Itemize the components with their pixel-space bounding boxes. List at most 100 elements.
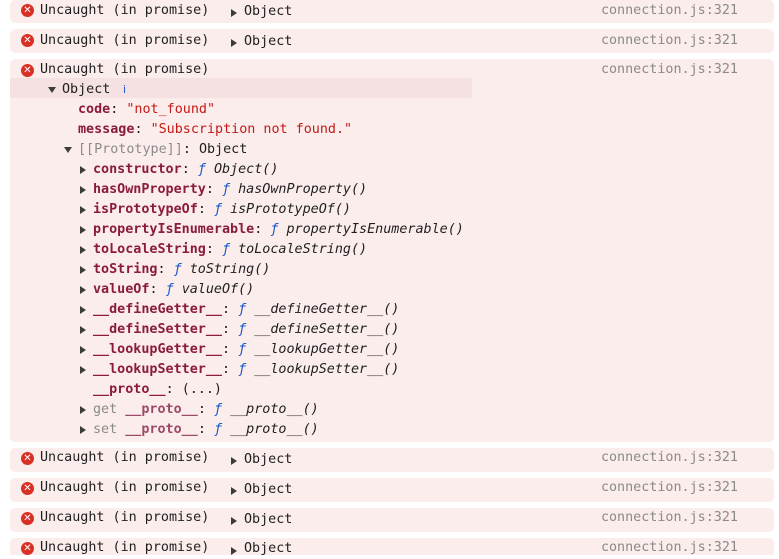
function-name: propertyIsEnumerable()	[286, 222, 464, 237]
accessor-key: __proto__	[125, 402, 198, 417]
function-name: valueOf()	[181, 282, 255, 297]
member-key: toString	[93, 262, 158, 277]
object-preview[interactable]: Object	[244, 450, 292, 470]
function-name: Object()	[213, 162, 279, 177]
expand-triangle-icon[interactable]	[231, 457, 237, 465]
expand-triangle-icon[interactable]	[80, 346, 86, 354]
function-marker-icon: ƒ	[238, 302, 247, 317]
prototype-member-row[interactable]: __lookupSetter__: ƒ __lookupSetter__()	[93, 360, 399, 380]
error-icon: ✕	[21, 512, 34, 525]
function-marker-icon: ƒ	[173, 262, 182, 277]
prototype-member-row[interactable]: __lookupGetter__: ƒ __lookupGetter__()	[93, 340, 399, 360]
prototype-member-row[interactable]: valueOf: ƒ valueOf()	[93, 280, 254, 300]
proto-getter-row[interactable]: __proto__: (...)	[93, 380, 222, 400]
console-error-message[interactable]: ✕ Uncaught (in promise) Object connectio…	[10, 0, 774, 23]
expand-triangle-icon[interactable]	[80, 366, 86, 374]
object-preview[interactable]: Object	[244, 539, 292, 559]
console-error-message[interactable]: ✕ Uncaught (in promise) Object connectio…	[10, 448, 774, 472]
expand-triangle-icon[interactable]	[80, 186, 86, 194]
prototype-member-row[interactable]: isPrototypeOf: ƒ isPrototypeOf()	[93, 200, 351, 220]
expand-triangle-icon[interactable]	[80, 286, 86, 294]
error-icon: ✕	[21, 542, 34, 555]
accessor-key: __proto__	[125, 422, 198, 437]
error-text: Uncaught (in promise)	[40, 540, 210, 555]
prototype-member-row[interactable]: __defineSetter__: ƒ __defineSetter__()	[93, 320, 399, 340]
expand-triangle-icon[interactable]	[231, 487, 237, 495]
function-marker-icon: ƒ	[213, 422, 222, 437]
prototype-value: Object	[198, 142, 248, 157]
console-error-message[interactable]: ✕ Uncaught (in promise) Object connectio…	[10, 538, 774, 558]
object-preview[interactable]: Object	[244, 2, 292, 22]
expand-triangle-icon[interactable]	[80, 426, 86, 434]
property-value: "Subscription not found."	[150, 122, 353, 137]
accessor-row[interactable]: get __proto__: ƒ __proto__()	[93, 400, 319, 420]
source-link[interactable]: connection.js:321	[601, 448, 738, 468]
console-error-message-expanded[interactable]: ✕ Uncaught (in promise) connection.js:32…	[10, 59, 774, 442]
prototype-member-row[interactable]: __defineGetter__: ƒ __defineGetter__()	[93, 300, 399, 320]
source-link[interactable]: connection.js:321	[601, 31, 738, 51]
error-icon: ✕	[21, 64, 34, 77]
expand-triangle-icon[interactable]	[231, 39, 237, 47]
console-error-message[interactable]: ✕ Uncaught (in promise) Object connectio…	[10, 29, 774, 53]
expand-triangle-icon[interactable]	[80, 266, 86, 274]
expand-triangle-icon[interactable]	[80, 306, 86, 314]
prototype-row[interactable]: [[Prototype]]: Object	[78, 140, 247, 160]
error-icon: ✕	[21, 4, 34, 17]
property-value: "not_found"	[126, 102, 216, 117]
expand-triangle-icon[interactable]	[80, 206, 86, 214]
prototype-member-row[interactable]: hasOwnProperty: ƒ hasOwnProperty()	[93, 180, 367, 200]
expand-triangle-icon[interactable]	[80, 406, 86, 414]
error-icon: ✕	[21, 34, 34, 47]
expand-triangle-icon[interactable]	[231, 547, 237, 555]
expand-triangle-icon[interactable]	[231, 517, 237, 525]
function-marker-icon: ƒ	[238, 322, 247, 337]
expand-triangle-icon[interactable]	[80, 166, 86, 174]
property-key: message	[78, 122, 135, 137]
error-text: Uncaught (in promise)	[40, 480, 210, 495]
member-key: hasOwnProperty	[93, 182, 206, 197]
function-marker-icon: ƒ	[213, 202, 222, 217]
error-icon: ✕	[21, 452, 34, 465]
source-link[interactable]: connection.js:321	[601, 478, 738, 498]
function-name: __defineGetter__()	[254, 302, 400, 317]
expand-triangle-icon[interactable]	[80, 226, 86, 234]
member-key: toLocaleString	[93, 242, 206, 257]
proto-value[interactable]: (...)	[182, 382, 222, 397]
object-preview[interactable]: Object	[244, 480, 292, 500]
collapse-triangle-icon[interactable]	[48, 87, 56, 93]
error-icon: ✕	[21, 482, 34, 495]
function-name: toLocaleString()	[238, 242, 368, 257]
expand-triangle-icon[interactable]	[80, 246, 86, 254]
prototype-member-row[interactable]: constructor: ƒ Object()	[93, 160, 278, 180]
function-name: __proto__()	[230, 402, 319, 417]
member-key: __defineGetter__	[93, 302, 222, 317]
console-error-message[interactable]: ✕ Uncaught (in promise) Object connectio…	[10, 478, 774, 502]
object-preview[interactable]: Object	[244, 510, 292, 530]
info-icon[interactable]: i	[123, 80, 126, 100]
member-key: isPrototypeOf	[93, 202, 198, 217]
source-link[interactable]: connection.js:321	[601, 538, 738, 558]
collapse-triangle-icon[interactable]	[64, 147, 72, 153]
source-link[interactable]: connection.js:321	[601, 60, 738, 80]
object-label[interactable]: Object	[62, 80, 110, 100]
prototype-key: [[Prototype]]	[78, 142, 183, 157]
accessor-prefix: get	[93, 402, 118, 417]
error-text: Uncaught (in promise)	[40, 450, 210, 465]
function-marker-icon: ƒ	[238, 342, 247, 357]
property-key: code	[78, 102, 111, 117]
expand-triangle-icon[interactable]	[231, 9, 237, 17]
console-error-message[interactable]: ✕ Uncaught (in promise) Object connectio…	[10, 508, 774, 532]
function-marker-icon: ƒ	[213, 402, 222, 417]
prototype-member-row[interactable]: toLocaleString: ƒ toLocaleString()	[93, 240, 367, 260]
error-text: Uncaught (in promise)	[40, 3, 210, 18]
function-name: __proto__()	[230, 422, 319, 437]
function-name: toString()	[189, 262, 271, 277]
member-key: __lookupGetter__	[93, 342, 222, 357]
expand-triangle-icon[interactable]	[80, 326, 86, 334]
source-link[interactable]: connection.js:321	[601, 508, 738, 528]
accessor-row[interactable]: set __proto__: ƒ __proto__()	[93, 420, 319, 440]
source-link[interactable]: connection.js:321	[601, 1, 738, 21]
object-preview[interactable]: Object	[244, 32, 292, 52]
prototype-member-row[interactable]: propertyIsEnumerable: ƒ propertyIsEnumer…	[93, 220, 464, 240]
prototype-member-row[interactable]: toString: ƒ toString()	[93, 260, 270, 280]
